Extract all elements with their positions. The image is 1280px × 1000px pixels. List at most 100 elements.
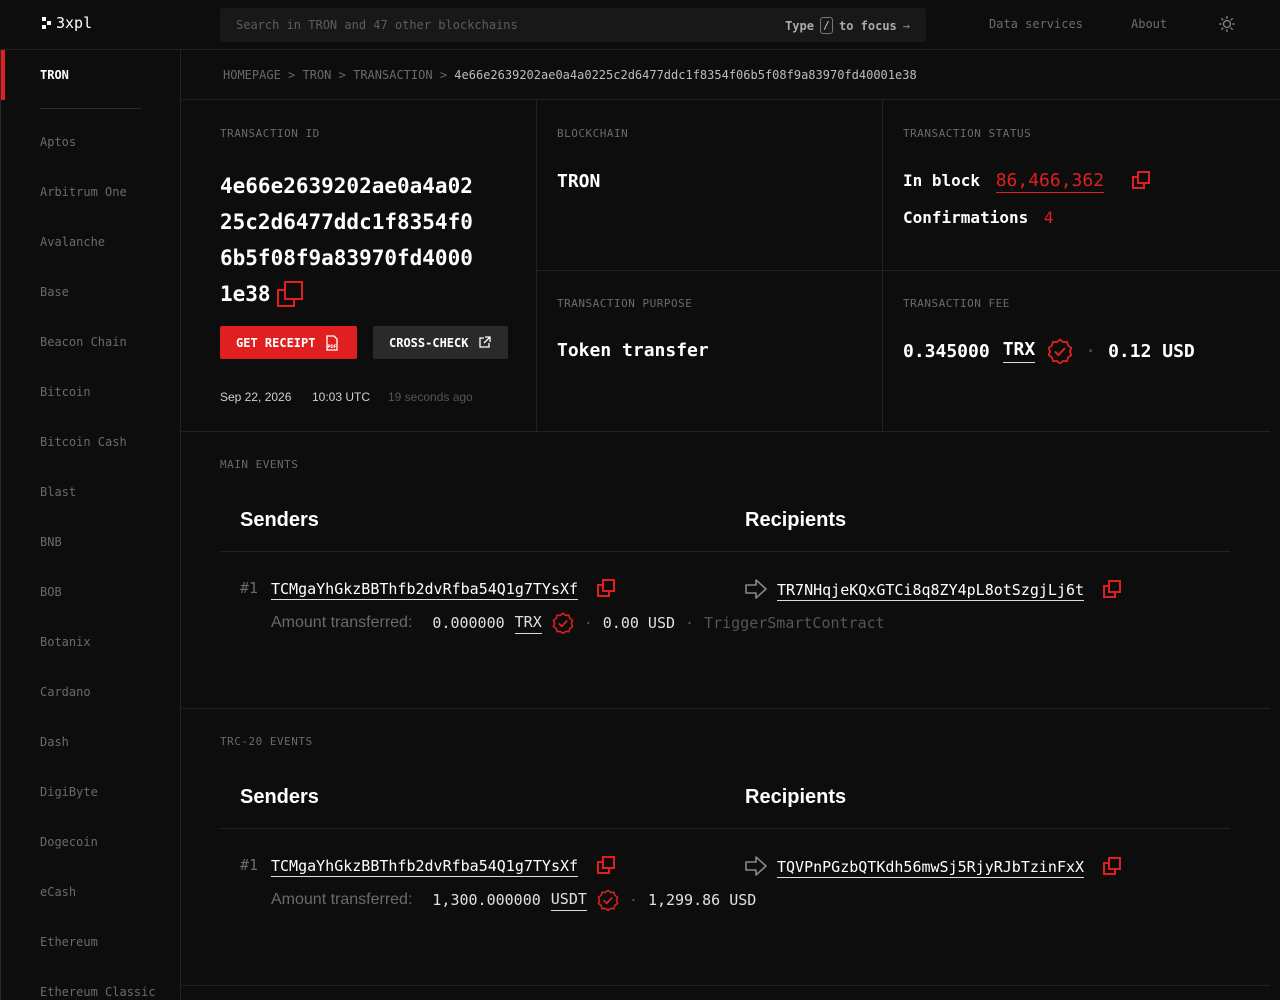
search-hint-key: / [819,17,833,34]
sidebar-item-beacon-chain[interactable]: Beacon Chain [40,335,127,349]
breadcrumb-transaction[interactable]: TRANSACTION [353,68,432,82]
sidebar-item-base[interactable]: Base [40,285,69,299]
sidebar-item-tron[interactable]: TRON [1,50,171,100]
divider [220,828,1230,829]
sidebar-item-bitcoin[interactable]: Bitcoin [40,385,91,399]
sender-address: TCMgaYhGkzBBThfb2dvRfba54Q1g7TYsXf [271,579,616,600]
get-receipt-button[interactable]: GET RECEIPT PDF [220,326,357,359]
sidebar-item-bob[interactable]: BOB [40,585,62,599]
sender-address-link[interactable]: TCMgaYhGkzBBThfb2dvRfba54Q1g7TYsXf [271,857,579,877]
amount-usd: 1,299.86 USD [647,891,757,909]
confirmations-label: Confirmations [903,208,1029,227]
recipients-header: Recipients [745,786,847,808]
fee-currency-link[interactable]: TRX [1002,339,1036,363]
copy-icon[interactable] [597,579,616,597]
main-events-label: MAIN EVENTS [220,458,299,471]
sidebar-item-label: TRON [40,68,69,82]
copy-icon[interactable] [1131,171,1150,189]
fee-label: TRANSACTION FEE [903,297,1010,310]
fee-amount: 0.345000 [903,340,990,362]
sidebar-item-digibyte[interactable]: DigiByte [40,785,98,799]
top-bar: 3xpl Type / to focus → Data services Abo… [0,0,1280,50]
sidebar-item-avalanche[interactable]: Avalanche [40,235,105,249]
confirmations-row: Confirmations 4 [903,208,1054,227]
search-input[interactable] [236,8,736,42]
sun-icon[interactable] [1219,16,1235,32]
recipient-address: TQVPnPGzbQTKdh56mwSj5RjyRJbTzinFxX [745,856,1122,878]
breadcrumb-separator: > [288,68,296,82]
breadcrumb: HOMEPAGE > TRON > TRANSACTION > 4e66e263… [223,68,917,82]
sidebar-item-arbitrum-one[interactable]: Arbitrum One [40,185,127,199]
blockchain-label: BLOCKCHAIN [557,127,629,140]
copy-icon[interactable] [1103,580,1122,598]
sidebar: TRON Aptos Arbitrum One Avalanche Base B… [0,50,181,1000]
amount-value: 1,300.000000 [432,891,541,909]
sidebar-item-ecash[interactable]: eCash [40,885,76,899]
logo[interactable]: 3xpl [42,14,92,32]
amount-row: Amount transferred: 1,300.000000 USDT · … [271,889,756,911]
cross-check-label: CROSS-CHECK [389,335,469,350]
amount-usd: 0.00 USD [602,614,676,632]
in-block-label: In block [903,171,981,190]
trc20-events-label: TRC-20 EVENTS [220,735,313,748]
sidebar-item-aptos[interactable]: Aptos [40,135,76,149]
divider [181,985,1270,986]
sidebar-item-blast[interactable]: Blast [40,485,76,499]
purpose-value: Token transfer [557,340,709,361]
breadcrumb-homepage[interactable]: HOMEPAGE [223,68,281,82]
amount-row: Amount transferred: 0.000000 TRX · 0.00 … [271,612,885,634]
search-hint-suffix: to focus [838,18,897,33]
blockchain-value[interactable]: TRON [557,171,600,192]
sidebar-item-dogecoin[interactable]: Dogecoin [40,835,98,849]
sidebar-item-dash[interactable]: Dash [40,735,69,749]
breadcrumb-separator: > [338,68,346,82]
sidebar-item-bnb[interactable]: BNB [40,535,62,549]
block-number-link[interactable]: 86,466,362 [995,170,1105,193]
sidebar-item-bitcoin-cash[interactable]: Bitcoin Cash [40,435,127,449]
transaction-id: 4e66e2639202ae0a4a0225c2d6477ddc1f8354f0… [220,168,480,312]
in-block-row: In block 86,466,362 [903,170,1150,193]
senders-header: Senders [240,786,319,808]
currency-link[interactable]: USDT [550,890,587,911]
senders-header: Senders [240,509,319,531]
get-receipt-label: GET RECEIPT [236,335,316,350]
breadcrumb-tron[interactable]: TRON [303,68,332,82]
nav-about[interactable]: About [1131,17,1167,31]
search-hint: Type / to focus → [785,17,910,34]
search-hint-prefix: Type [785,18,814,33]
transaction-id-value[interactable]: 4e66e2639202ae0a4a0225c2d6477ddc1f8354f0… [220,174,473,306]
copy-icon[interactable] [1103,857,1122,875]
breadcrumb-current: 4e66e2639202ae0a4a0225c2d6477ddc1f8354f0… [454,68,917,82]
tx-time: 10:03 UTC [312,390,371,404]
logo-mark-icon [42,17,52,29]
tx-time-ago: 19 seconds ago [388,390,473,404]
main-content: HOMEPAGE > TRON > TRANSACTION > 4e66e263… [181,50,1280,1000]
recipients-header: Recipients [745,509,847,531]
sidebar-item-botanix[interactable]: Botanix [40,635,91,649]
recipient-address-link[interactable]: TR7NHqjeKQxGTCi8q8ZY4pL8otSzgjLj6t [777,581,1085,601]
sender-address-link[interactable]: TCMgaYhGkzBBThfb2dvRfba54Q1g7TYsXf [271,580,579,600]
divider [536,270,1280,271]
status-label: TRANSACTION STATUS [903,127,1032,140]
recipient-address-link[interactable]: TQVPnPGzbQTKdh56mwSj5RjyRJbTzinFxX [777,858,1085,878]
sidebar-item-ethereum-classic[interactable]: Ethereum Classic [40,985,156,999]
currency-link[interactable]: TRX [514,613,542,634]
purpose-label: TRANSACTION PURPOSE [557,297,693,310]
search-bar[interactable]: Type / to focus → [220,8,926,42]
pdf-icon: PDF [326,334,339,351]
arrow-right-icon: → [902,18,910,33]
amount-label: Amount transferred: [271,614,413,631]
cross-check-button[interactable]: CROSS-CHECK [373,326,508,359]
copy-icon[interactable] [597,856,616,874]
nav-data-services[interactable]: Data services [989,17,1083,31]
txid-label: TRANSACTION ID [220,127,320,140]
contract-method: TriggerSmartContract [704,614,885,632]
fee-usd: 0.12 USD [1108,340,1195,362]
copy-icon[interactable] [276,281,303,307]
sidebar-item-ethereum[interactable]: Ethereum [40,935,98,949]
row-index: #1 [240,579,259,597]
external-link-icon [479,336,492,348]
logo-text: 3xpl [56,14,93,32]
sender-address: TCMgaYhGkzBBThfb2dvRfba54Q1g7TYsXf [271,856,616,877]
sidebar-item-cardano[interactable]: Cardano [40,685,91,699]
